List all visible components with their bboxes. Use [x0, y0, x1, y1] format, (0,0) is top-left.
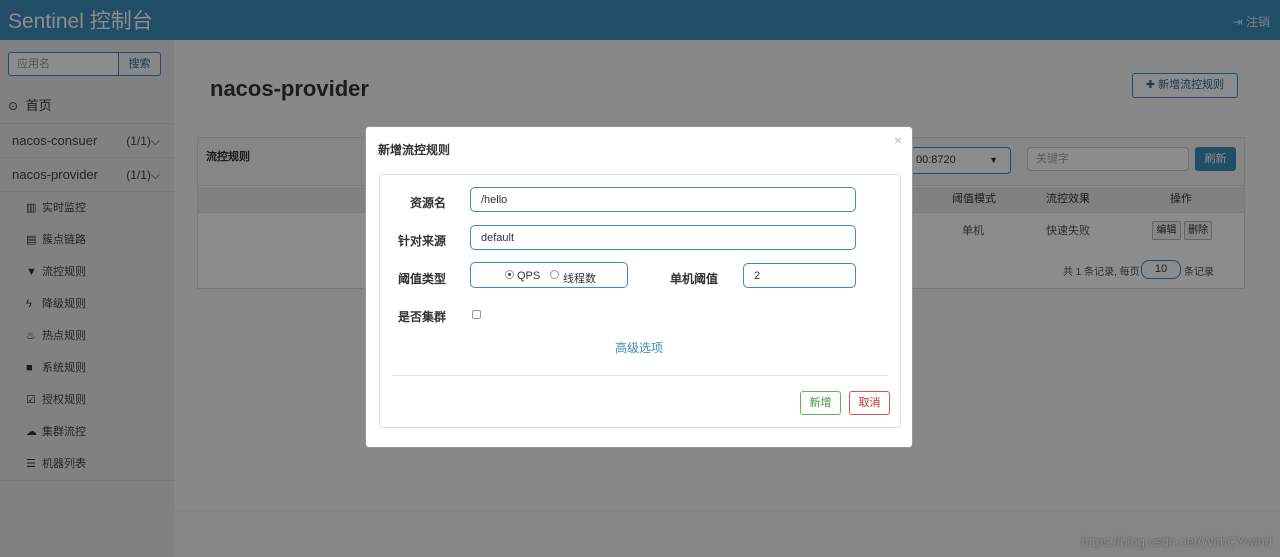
advanced-options-link[interactable]: 高级选项 [615, 339, 663, 356]
limit-app-label: 针对来源 [398, 234, 447, 248]
cluster-mode-checkbox[interactable] [472, 310, 481, 319]
submit-add-button[interactable]: 新增 [800, 391, 841, 415]
single-threshold-label: 单机阈值 [670, 272, 719, 286]
rule-form: 资源名 针对来源 阈值类型 QPS 线程数 单机阈值 是否集群 高级选项 新增 … [379, 174, 901, 428]
qps-radio[interactable] [505, 270, 514, 279]
limit-app-input[interactable] [470, 225, 856, 250]
thread-count-radio[interactable] [550, 270, 559, 279]
form-divider [392, 375, 888, 376]
resource-name-label: 资源名 [410, 196, 447, 210]
resource-name-input[interactable] [470, 187, 856, 212]
add-flow-rule-dialog: 新增流控规则 × 资源名 针对来源 阈值类型 QPS 线程数 单机阈值 是否集群… [365, 126, 913, 448]
qps-radio-label[interactable]: QPS [517, 270, 540, 282]
dialog-title: 新增流控规则 [378, 143, 451, 157]
threshold-type-label: 阈值类型 [398, 272, 447, 286]
single-threshold-input[interactable] [743, 263, 856, 288]
cancel-button[interactable]: 取消 [849, 391, 890, 415]
threshold-type-radio-group: QPS 线程数 [470, 262, 628, 288]
cluster-mode-label: 是否集群 [398, 310, 447, 324]
close-icon[interactable]: × [894, 132, 902, 148]
thread-count-radio-label[interactable]: 线程数 [563, 270, 596, 286]
